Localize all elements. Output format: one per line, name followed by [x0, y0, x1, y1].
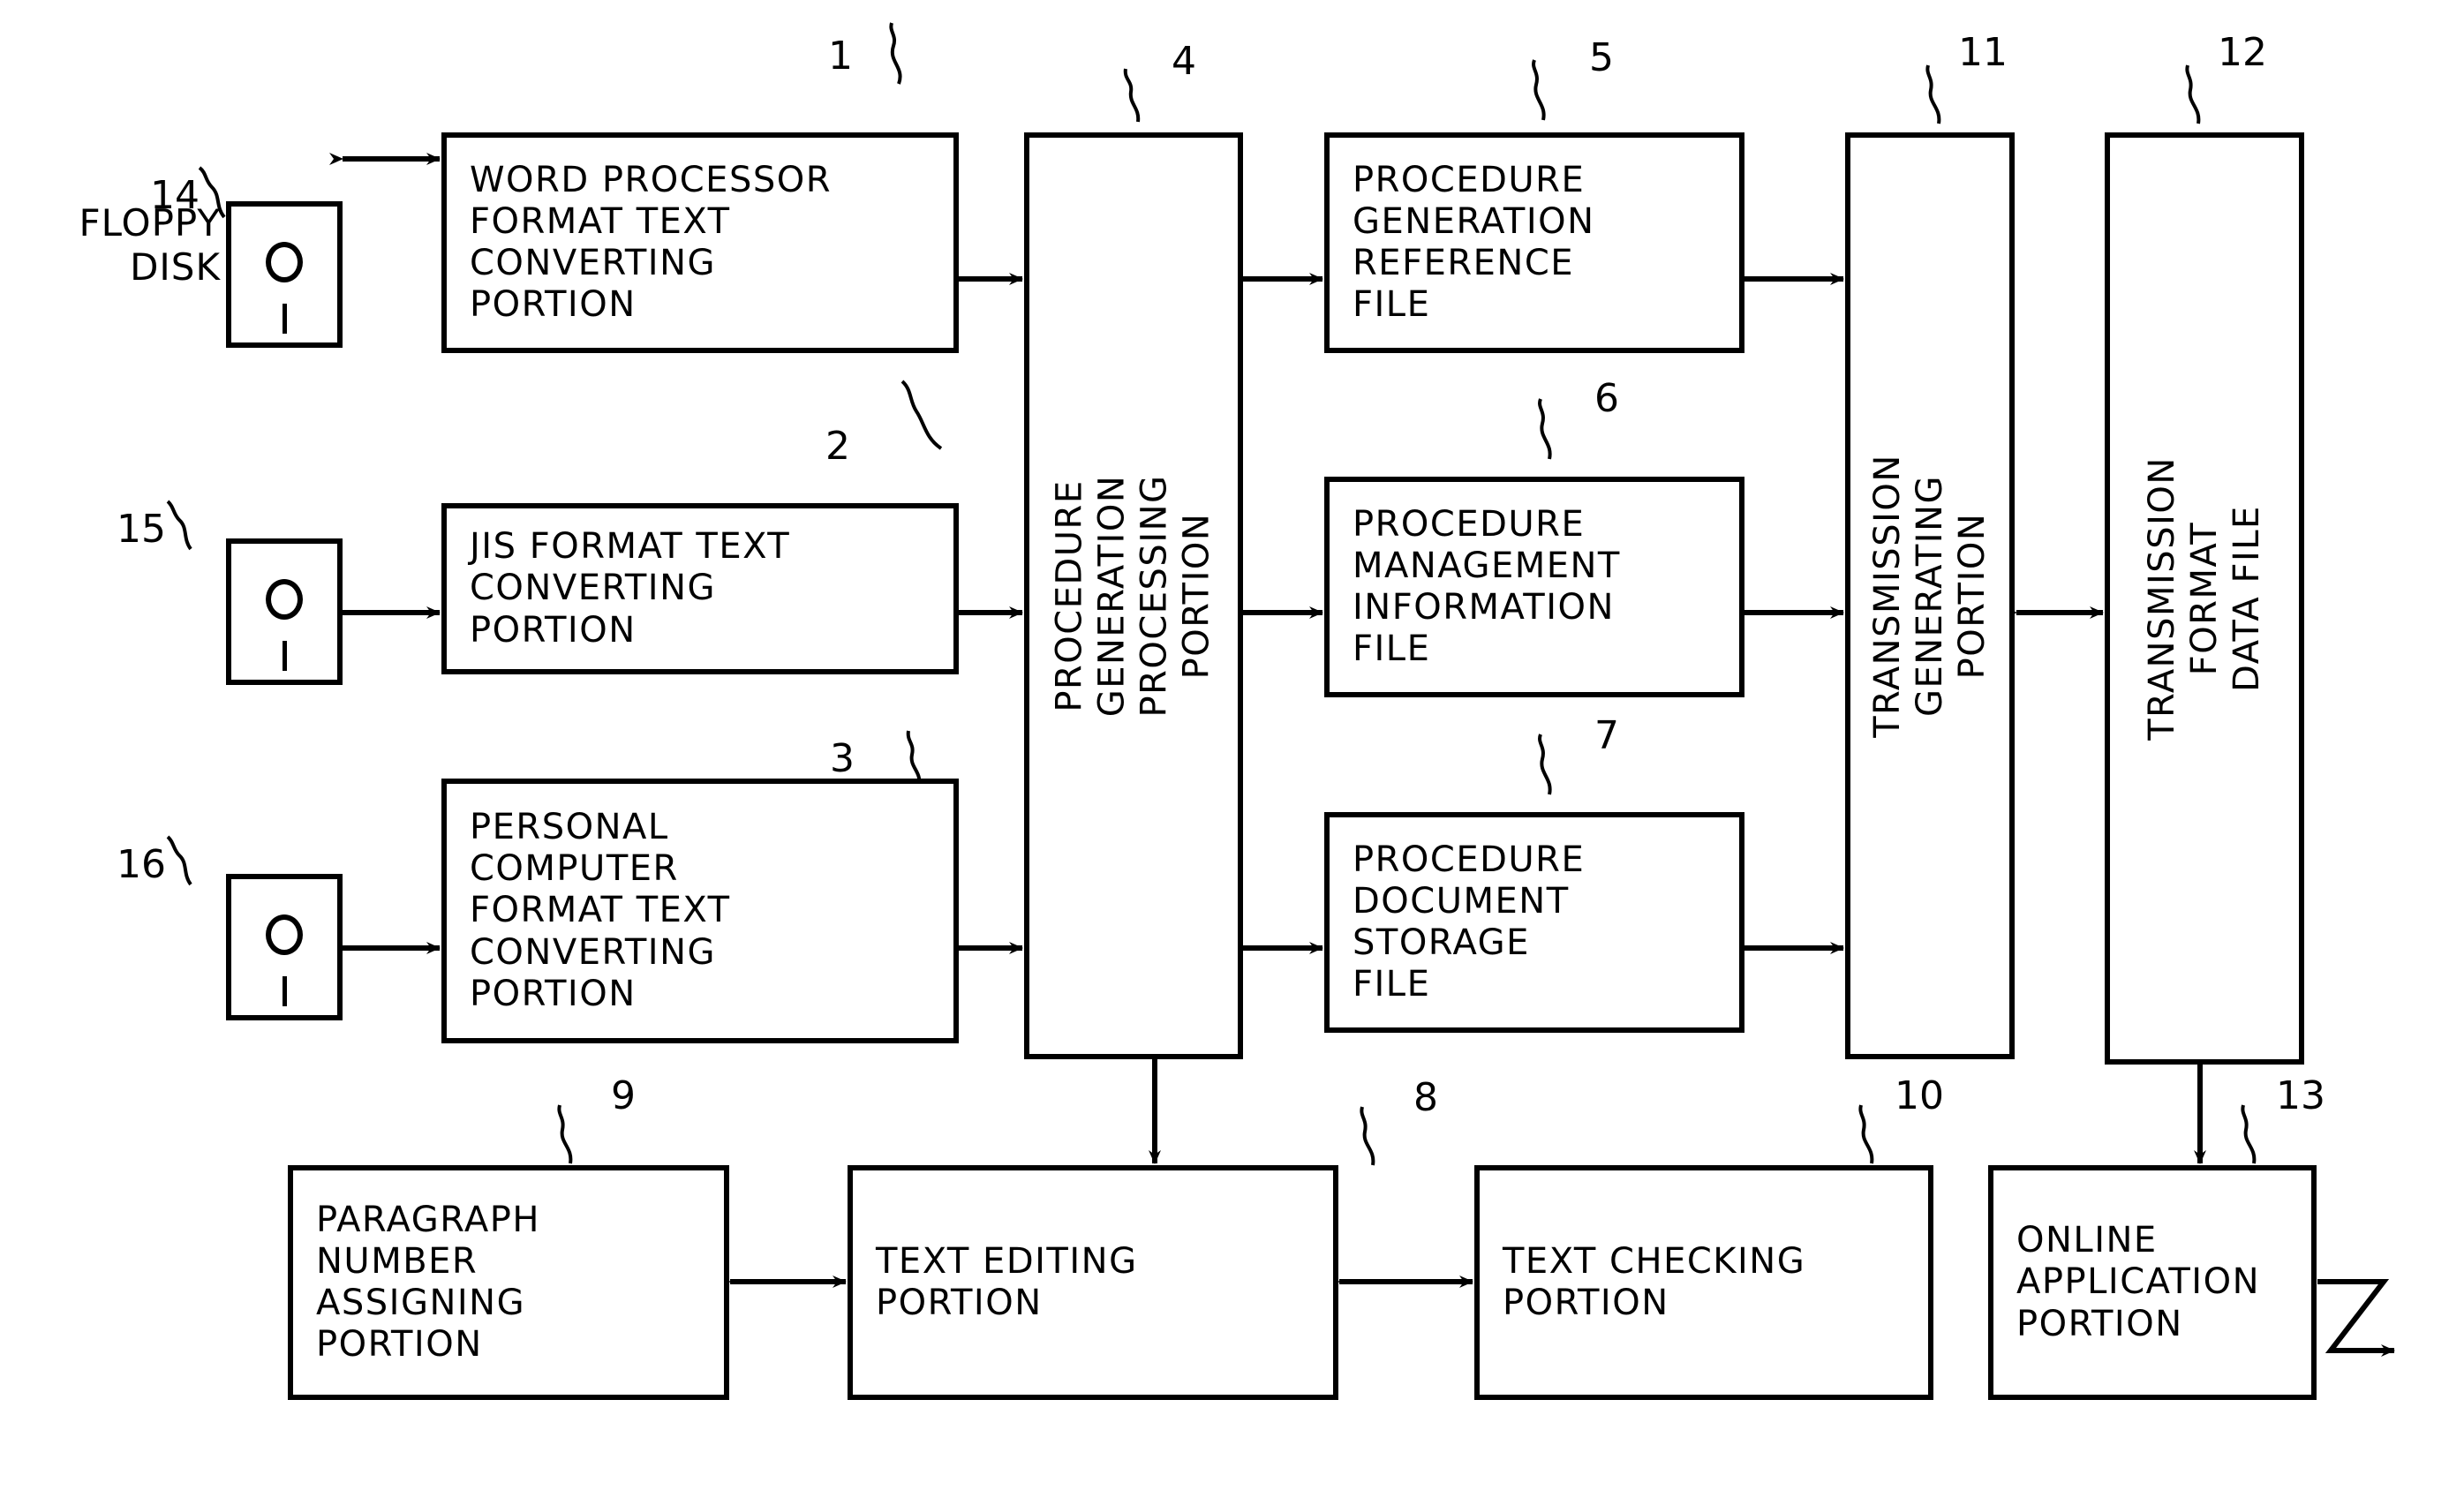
ref-numeral-6: 6: [1594, 376, 1619, 421]
text-checking-portion-block[interactable]: TEXT CHECKING PORTION: [1474, 1165, 1933, 1400]
block-11-label: TRANSMISSION GENERATING PORTION: [1867, 454, 1993, 738]
disk-hub-icon: [266, 579, 303, 621]
block-5-label: PROCEDURE GENERATION REFERENCE FILE: [1353, 159, 1595, 326]
transmission-format-data-file-block[interactable]: TRANSMISSION FORMAT DATA FILE: [2105, 132, 2304, 1065]
floppy-disk-drive-14: [226, 201, 343, 348]
block-4-label: PROCEDURE GENERATION PROCESSING PORTION: [1050, 474, 1218, 718]
ref-numeral-7: 7: [1594, 713, 1619, 758]
procedure-generation-processing-portion-block[interactable]: PROCEDURE GENERATION PROCESSING PORTION: [1024, 132, 1243, 1059]
block-2-label: JIS FORMAT TEXT CONVERTING PORTION: [470, 526, 791, 651]
ref-numeral-1: 1: [828, 34, 853, 79]
ref-numeral-13: 13: [2276, 1073, 2325, 1118]
ref-numeral-12: 12: [2218, 30, 2267, 75]
ref-numeral-10: 10: [1895, 1073, 1944, 1118]
text-editing-portion-block[interactable]: TEXT EDITING PORTION: [848, 1165, 1338, 1400]
ref-numeral-11: 11: [1958, 30, 2008, 75]
floppy-disk-drive-15: [226, 538, 343, 685]
ref-numeral-5: 5: [1589, 35, 1614, 80]
ref-numeral-15: 15: [117, 507, 166, 552]
ref-numeral-14: 14: [150, 173, 200, 218]
procedure-management-information-file-block[interactable]: PROCEDURE MANAGEMENT INFORMATION FILE: [1324, 477, 1744, 697]
online-application-portion-block[interactable]: ONLINE APPLICATION PORTION: [1988, 1165, 2317, 1400]
ref-numeral-3: 3: [830, 736, 855, 781]
ref-numeral-2: 2: [825, 424, 850, 469]
procedure-generation-reference-file-block[interactable]: PROCEDURE GENERATION REFERENCE FILE: [1324, 132, 1744, 353]
disk-slot-icon: [283, 304, 287, 334]
transmission-generating-portion-block[interactable]: TRANSMISSION GENERATING PORTION: [1845, 132, 2015, 1059]
block-13-label: ONLINE APPLICATION PORTION: [2016, 1220, 2261, 1344]
disk-slot-icon: [283, 976, 287, 1006]
word-processor-format-text-converting-portion-block[interactable]: WORD PROCESSOR FORMAT TEXT CONVERTING PO…: [441, 132, 959, 353]
block-6-label: PROCEDURE MANAGEMENT INFORMATION FILE: [1353, 503, 1621, 670]
procedure-document-storage-file-block[interactable]: PROCEDURE DOCUMENT STORAGE FILE: [1324, 812, 1744, 1033]
ref-numeral-4: 4: [1172, 39, 1196, 84]
paragraph-number-assigning-portion-block[interactable]: PARAGRAPH NUMBER ASSIGNING PORTION: [288, 1165, 729, 1400]
block-10-label: TEXT CHECKING PORTION: [1503, 1240, 1806, 1323]
disk-hub-icon: [266, 914, 303, 956]
block-1-label: WORD PROCESSOR FORMAT TEXT CONVERTING PO…: [470, 159, 833, 326]
disk-slot-icon: [283, 641, 287, 671]
block-8-label: TEXT EDITING PORTION: [876, 1240, 1138, 1323]
figure-canvas: FLOPPY DISK WORD PROCESSOR FORMAT TEXT C…: [0, 0, 2464, 1490]
block-9-label: PARAGRAPH NUMBER ASSIGNING PORTION: [316, 1199, 540, 1366]
block-12-label: TRANSMISSION FORMAT DATA FILE: [2142, 456, 2268, 741]
jis-format-text-converting-portion-block[interactable]: JIS FORMAT TEXT CONVERTING PORTION: [441, 503, 959, 674]
floppy-disk-drive-16: [226, 874, 343, 1020]
disk-hub-icon: [266, 242, 303, 283]
ref-numeral-8: 8: [1413, 1075, 1438, 1120]
ref-numeral-9: 9: [611, 1073, 636, 1118]
ref-numeral-16: 16: [117, 842, 166, 887]
personal-computer-format-text-converting-portion-block[interactable]: PERSONAL COMPUTER FORMAT TEXT CONVERTING…: [441, 779, 959, 1043]
block-3-label: PERSONAL COMPUTER FORMAT TEXT CONVERTING…: [470, 807, 731, 1014]
block-7-label: PROCEDURE DOCUMENT STORAGE FILE: [1353, 839, 1586, 1005]
